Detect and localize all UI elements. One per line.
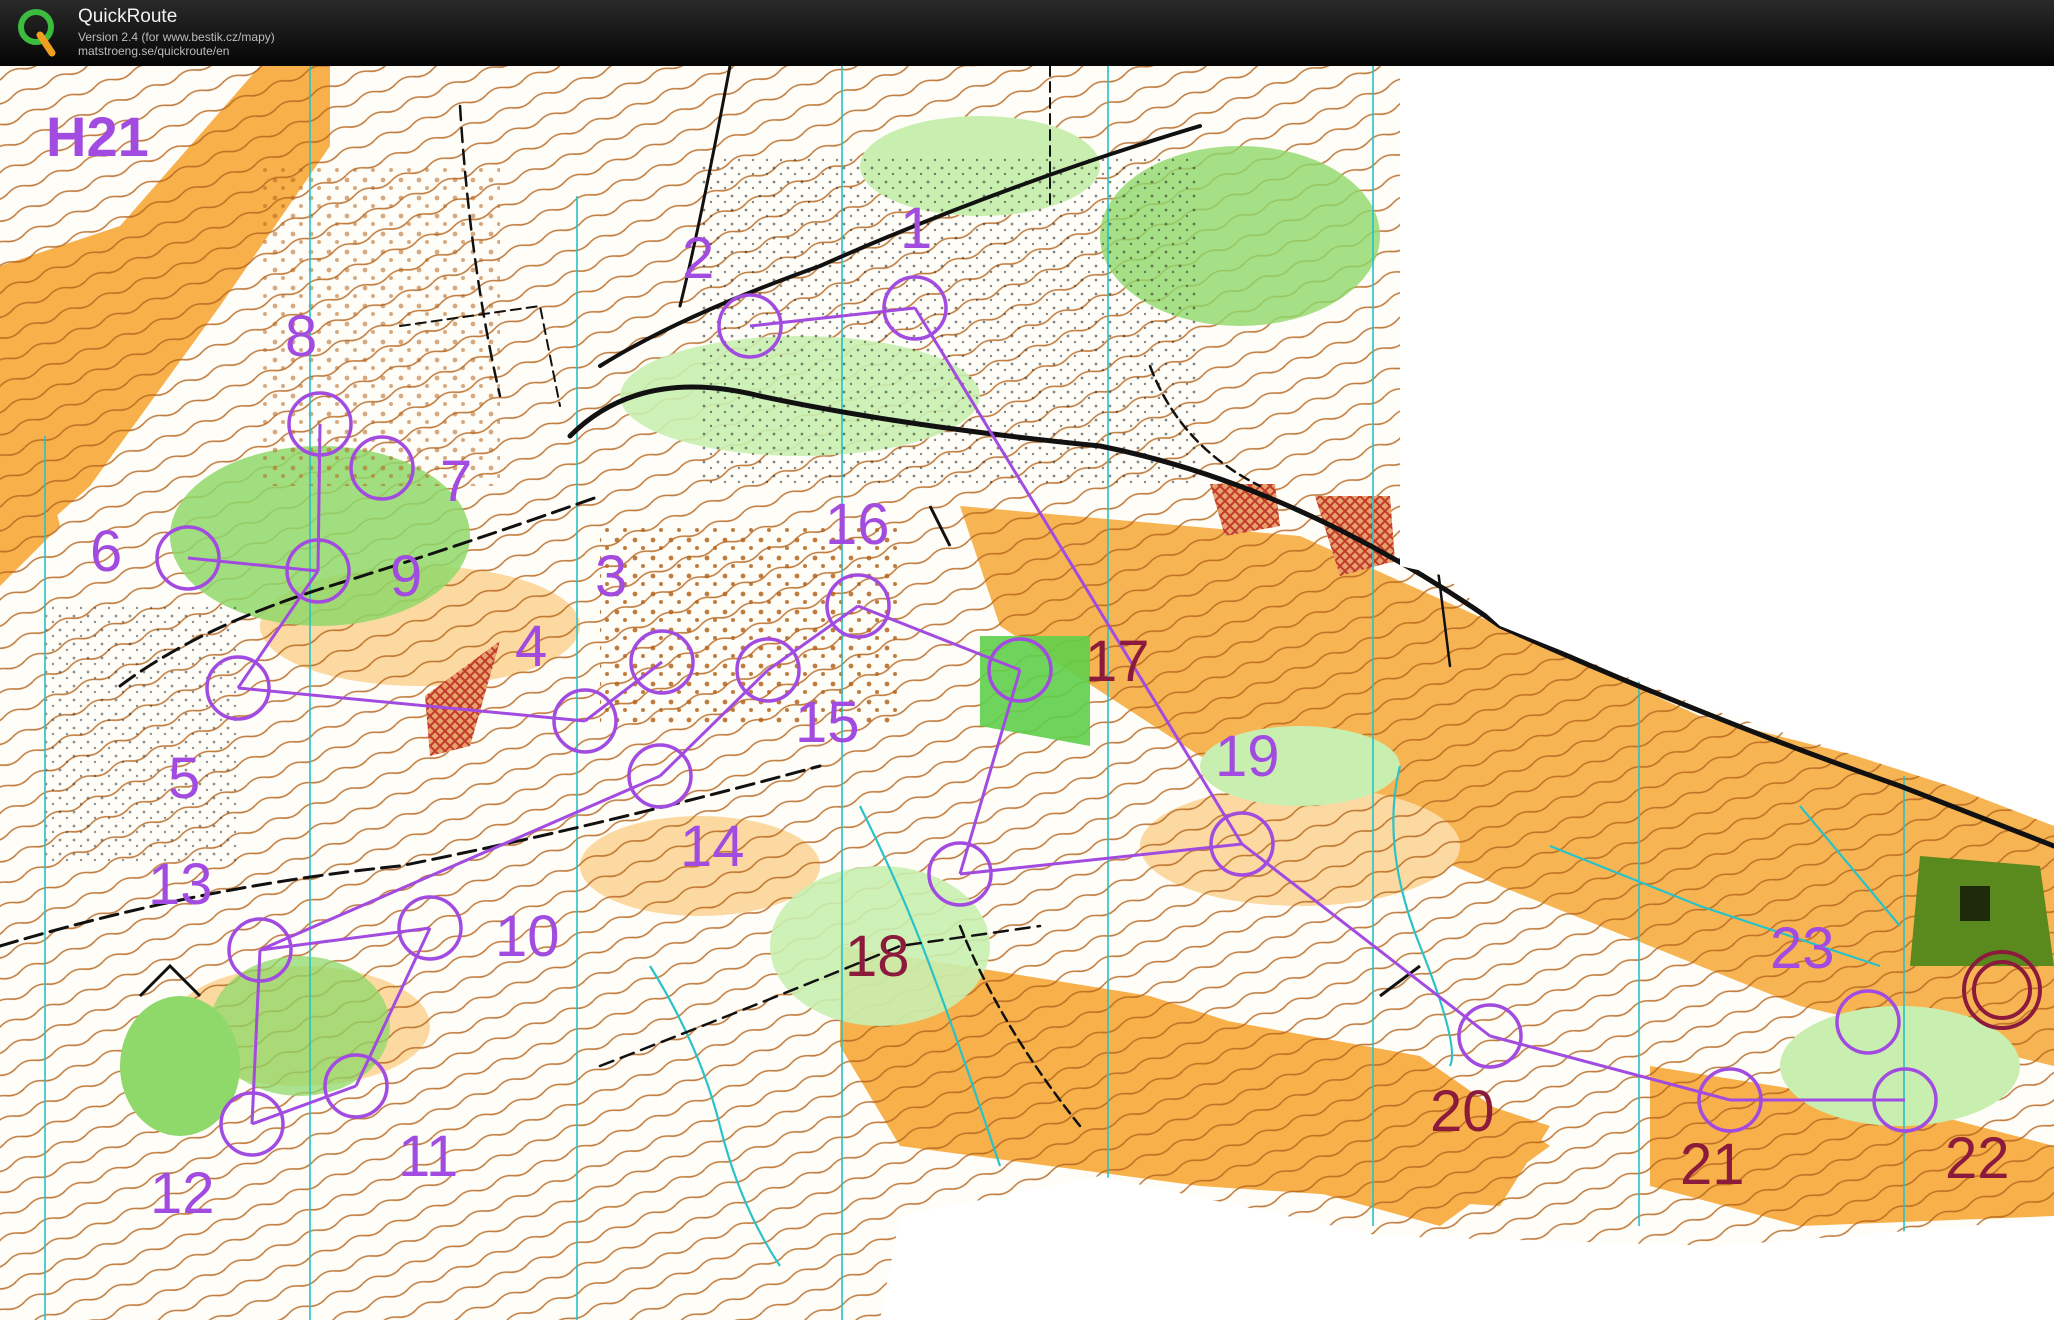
control-number: 18 (845, 924, 910, 989)
control-number: 15 (795, 690, 860, 755)
control-number: 1 (900, 196, 932, 261)
control-number: 3 (595, 544, 627, 609)
control-number: 14 (680, 814, 745, 879)
control-number: 5 (168, 746, 200, 811)
control-number: 12 (150, 1161, 215, 1226)
control-number: 13 (148, 852, 213, 917)
map-class-label: H21 (46, 105, 149, 168)
control-number: 20 (1430, 1079, 1495, 1144)
app-version: Version 2.4 (for www.bestik.cz/mapy) (78, 30, 275, 44)
control-number: 9 (390, 544, 422, 609)
control-number: 22 (1945, 1126, 2010, 1191)
orienteering-map[interactable]: 1 2 3 4 5 6 7 8 9 10 11 12 13 14 15 16 17 18 19 20 21 22 23 H2… (0, 66, 2054, 1320)
control-number: 19 (1215, 724, 1280, 789)
app-url: matstroeng.se/quickroute/en (78, 44, 230, 58)
control-number: 23 (1770, 916, 1835, 981)
control-number: 17 (1085, 629, 1150, 694)
control-number: 16 (825, 492, 890, 557)
control-number: 4 (515, 614, 547, 679)
map-canvas[interactable]: 123456789101112131415161718192021 2223 (0, 66, 2054, 1320)
control-number: 7 (440, 449, 472, 514)
app-title: QuickRoute (78, 6, 178, 27)
control-number: 2 (682, 226, 714, 291)
control-number: 10 (495, 904, 560, 969)
quickroute-logo-icon (18, 9, 56, 57)
course-leg (316, 423, 322, 572)
control-number: 11 (398, 1124, 458, 1189)
control-number: 8 (285, 304, 317, 369)
map-terrain (0, 66, 2054, 1320)
control-number: 6 (90, 519, 122, 584)
title-bar: QuickRoute Version 2.4 (for www.bestik.c… (0, 0, 2054, 66)
control-number: 21 (1680, 1132, 1745, 1197)
